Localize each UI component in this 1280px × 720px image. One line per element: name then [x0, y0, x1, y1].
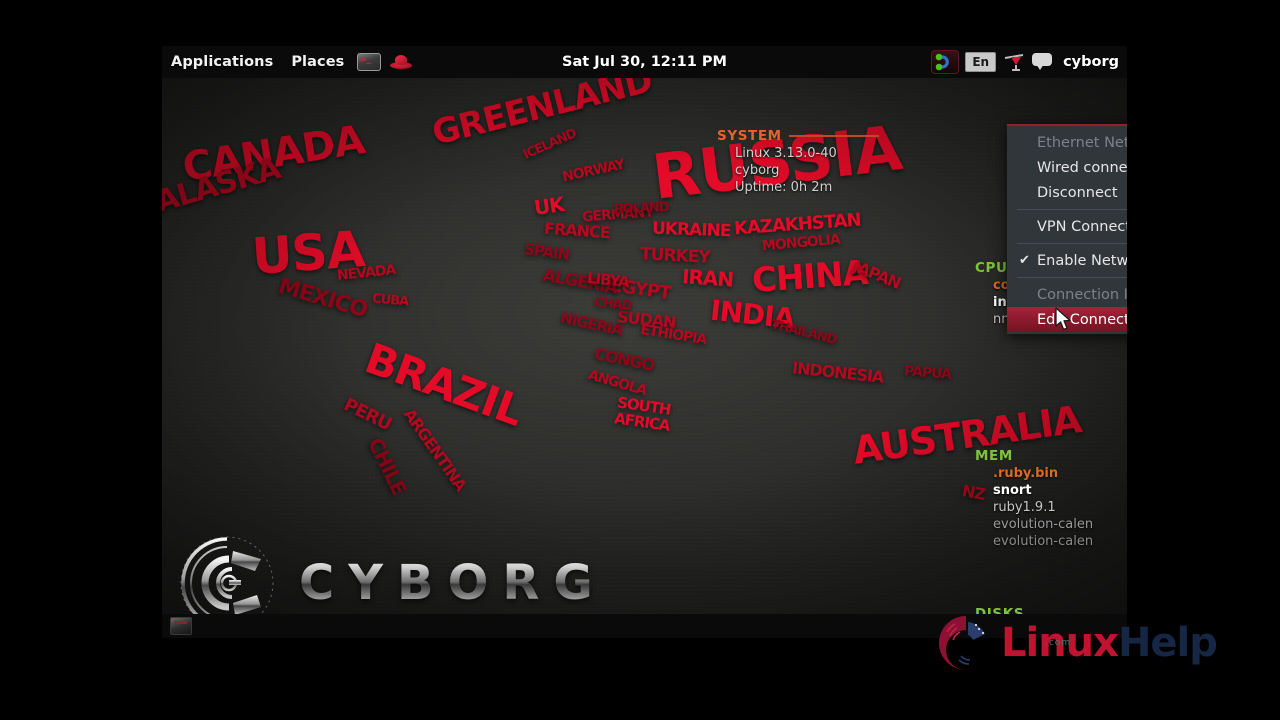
map-word: MONGOLIA — [761, 231, 841, 255]
desktop: GREENLAND ICELAND CANADA ALASKA USA NEVADA MEX… — [162, 46, 1127, 638]
process-row: .ruby.bin7.34% — [975, 466, 1127, 481]
process-name: ruby1.9.1 — [993, 500, 1056, 515]
process-row: ruby1.9.12.38% — [975, 500, 1127, 515]
process-row: evolution-calen1.49% — [975, 534, 1127, 549]
menu-item-enable-networking[interactable]: ✔ Enable Networking — [1007, 248, 1127, 273]
map-word: LIBYA — [586, 268, 630, 292]
map-word: CHILE — [363, 433, 412, 499]
map-word: NEVADA — [336, 261, 397, 285]
conky-mem-rows: .ruby.bin7.34% snort5.29% ruby1.9.12.38% ev… — [975, 466, 1127, 549]
menu-separator — [1017, 243, 1127, 244]
map-word: ANGOLA — [586, 367, 648, 399]
linuxhelp-swirl-icon — [935, 612, 997, 674]
map-word: PAPUA — [903, 363, 952, 383]
network-manager-icon[interactable] — [931, 50, 960, 74]
wallpaper: GREENLAND ICELAND CANADA ALASKA USA NEVADA MEX… — [162, 78, 1127, 638]
watermark-part2: Help — [1117, 620, 1218, 666]
map-word: ARGENTINA — [399, 404, 471, 495]
map-word: ALASKA — [162, 151, 284, 220]
process-row: evolution-calen1.61% — [975, 517, 1127, 532]
map-word: CUBA — [371, 291, 409, 310]
window-thumbnail-icon[interactable] — [170, 617, 192, 635]
map-word: NZ — [960, 481, 987, 504]
map-word: MEXICO — [275, 273, 370, 324]
menu-separator — [1017, 209, 1127, 210]
map-word: AUSTRALIA — [849, 397, 1084, 473]
menu-item-label: Edit Connections... — [1037, 311, 1127, 328]
check-icon: ✔ — [1019, 253, 1030, 268]
menu-item-vpn-connections[interactable]: VPN Connections — [1007, 214, 1127, 239]
mouse-cursor — [1055, 307, 1071, 331]
system-tray: En cyborg — [931, 50, 1127, 74]
map-word: NORWAY — [560, 156, 626, 186]
menu-item-disconnect[interactable]: Disconnect — [1007, 180, 1127, 205]
process-name: evolution-calen — [993, 534, 1094, 549]
map-word: UKRAINE — [651, 218, 731, 242]
map-word: TURKEY — [639, 244, 711, 268]
process-row: snort5.29% — [975, 483, 1127, 498]
map-word: PERU — [340, 394, 395, 435]
menu-item-label: Wired connection 1 — [1037, 159, 1127, 176]
places-menu[interactable]: Places — [282, 54, 353, 70]
messaging-icon[interactable] — [1032, 53, 1054, 71]
volume-icon[interactable] — [1002, 51, 1026, 73]
network-manager-menu: Ethernet Network Wired connection 1 Discon… — [1007, 124, 1127, 334]
map-word: INDONESIA — [791, 358, 885, 387]
linuxhelp-wordmark: LinuxHelp — [1001, 620, 1218, 666]
map-word: KAZAKHSTAN — [733, 209, 862, 240]
top-panel: Applications Places Sat Jul 30, 12:11 PM… — [162, 46, 1127, 78]
map-word: CHAD — [593, 295, 633, 314]
menu-item-ethernet-network: Ethernet Network — [1007, 130, 1127, 155]
map-word: ICELAND — [521, 126, 579, 163]
cyborg-wordmark: CYBORG — [299, 555, 607, 611]
map-word: POLAND — [613, 200, 669, 217]
keyboard-layout-indicator[interactable]: En — [965, 52, 997, 72]
process-name: .ruby.bin — [993, 466, 1059, 481]
map-word: IRAN — [681, 264, 734, 292]
process-name: snort — [993, 483, 1032, 498]
map-word: AFRICA — [613, 409, 671, 435]
map-word: CHINA — [750, 253, 870, 301]
terminal-icon — [357, 53, 382, 71]
menu-item-label: Connection Information — [1037, 286, 1127, 303]
browser-launcher[interactable] — [388, 50, 414, 74]
watermark-suffix: .com — [1045, 638, 1072, 648]
map-word: CONGO — [592, 343, 656, 376]
map-word: RUSSIA — [648, 111, 906, 214]
menu-item-connection-information: Connection Information — [1007, 282, 1127, 307]
map-word: FRANCE — [543, 218, 611, 243]
screen: GREENLAND ICELAND CANADA ALASKA USA NEVADA MEX… — [0, 0, 1280, 720]
terminal-launcher[interactable] — [356, 50, 382, 74]
red-hat-icon — [389, 53, 413, 71]
map-word: ETHIOPIA — [639, 321, 708, 349]
linuxhelp-watermark: LinuxHelp .com — [935, 612, 1218, 674]
user-menu[interactable]: cyborg — [1060, 54, 1119, 70]
menu-item-label: VPN Connections — [1037, 218, 1127, 235]
menu-item-label: Enable Networking — [1037, 252, 1127, 269]
applications-menu[interactable]: Applications — [162, 54, 282, 70]
map-word: NIGERIA — [558, 308, 624, 340]
menu-item-label: Disconnect — [1037, 184, 1118, 201]
menu-item-label: Ethernet Network — [1037, 134, 1127, 151]
menu-item-wired-connection-1[interactable]: Wired connection 1 — [1007, 155, 1127, 180]
map-word: UK — [532, 192, 566, 220]
process-name: evolution-calen — [993, 517, 1094, 532]
map-word: GREENLAND — [428, 78, 656, 154]
map-word: SPAIN — [522, 239, 571, 265]
menu-separator — [1017, 277, 1127, 278]
map-word: THAILAND — [769, 317, 838, 348]
